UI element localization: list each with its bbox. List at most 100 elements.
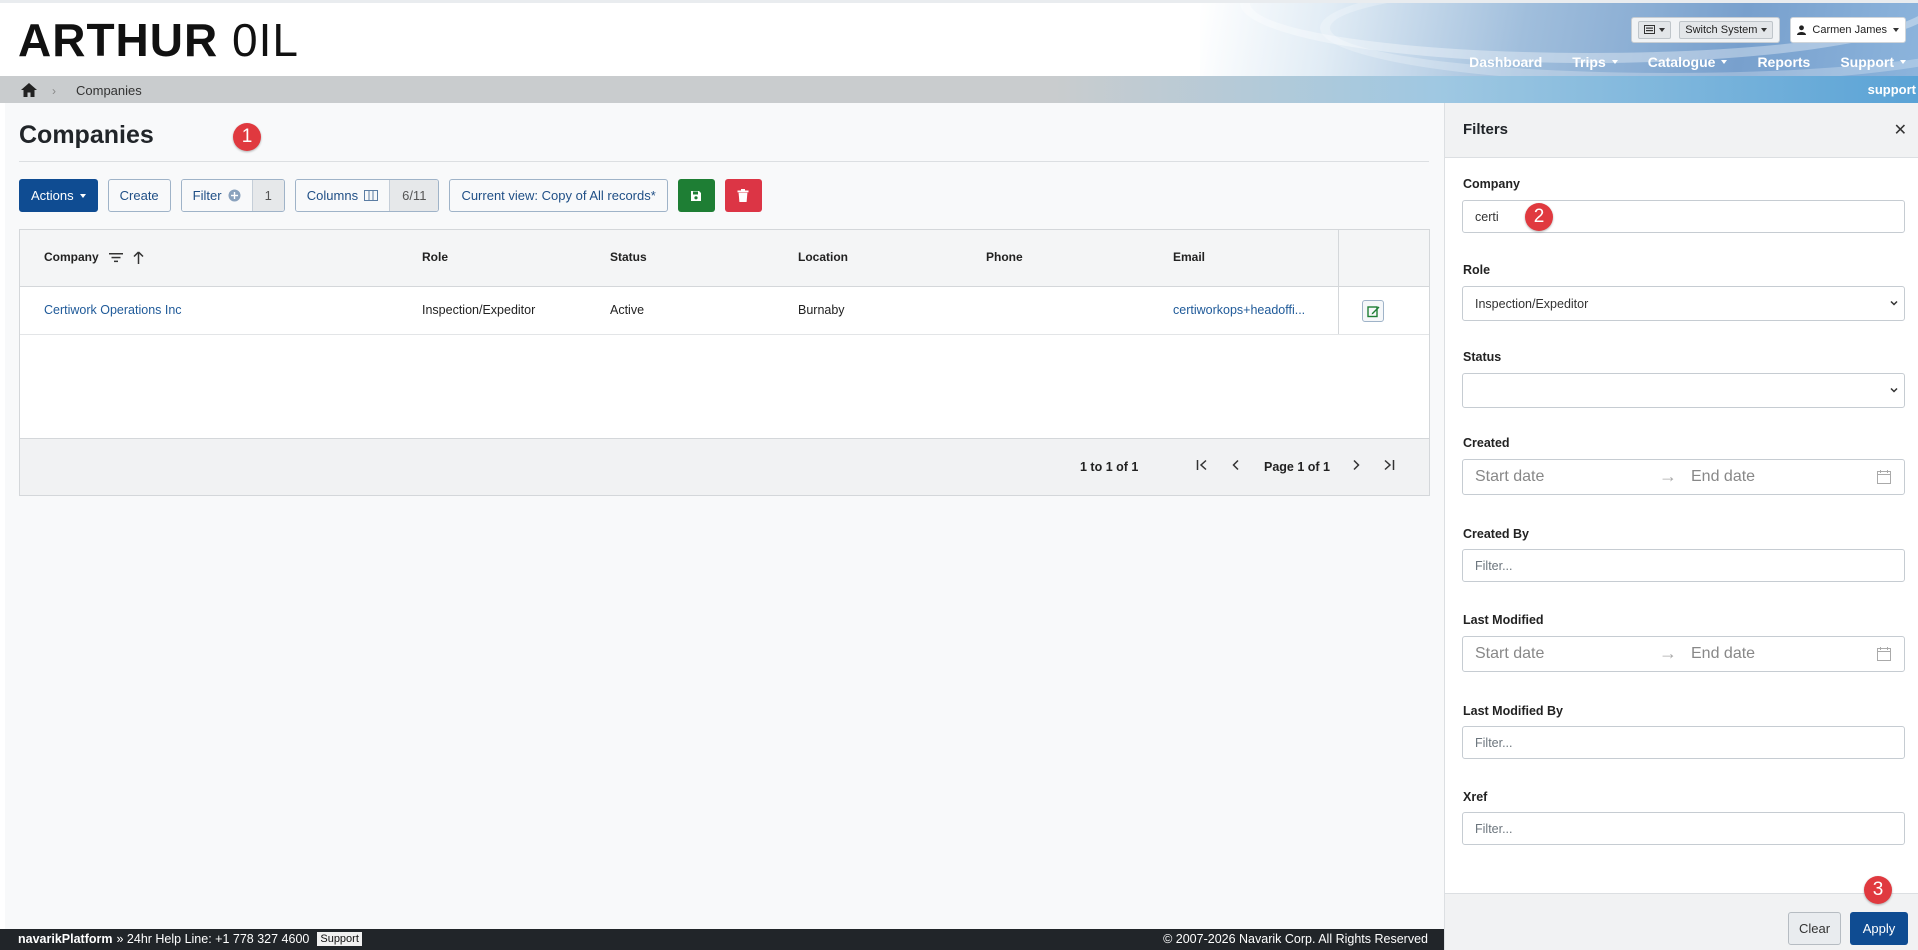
top-utility-bar: Switch System Carmen James	[1631, 17, 1906, 43]
col-header-email[interactable]: Email	[1173, 250, 1205, 264]
clear-filters-button[interactable]: Clear	[1788, 912, 1841, 945]
last-page-icon[interactable]	[1383, 458, 1395, 474]
calendar-icon[interactable]	[1877, 470, 1891, 484]
home-icon[interactable]	[20, 82, 38, 98]
pagination-summary: 1 to 1 of 1	[1080, 460, 1139, 474]
created-by-filter-label: Created By	[1463, 527, 1529, 541]
cell-location: Burnaby	[798, 303, 845, 317]
role-filter-label: Role	[1463, 263, 1491, 277]
nav-reports[interactable]: Reports	[1757, 54, 1810, 70]
copyright: © 2007-2026 Navarik Corp. All Rights Res…	[1163, 932, 1428, 946]
last-modified-start-date[interactable]: Start date	[1475, 645, 1544, 663]
chevron-down-icon	[79, 193, 86, 198]
arrow-right-icon: →	[1659, 643, 1677, 663]
edit-row-button[interactable]	[1362, 300, 1384, 322]
user-menu[interactable]: Carmen James	[1790, 17, 1906, 43]
company-logo[interactable]: ARTHUR 0IL	[18, 17, 299, 63]
columns-button[interactable]: Columns 6/11	[294, 179, 440, 212]
prev-page-icon[interactable]	[1231, 458, 1241, 474]
last-modified-by-filter-input[interactable]: Filter...	[1462, 726, 1905, 759]
helpline: » 24hr Help Line: +1 778 327 4600	[116, 932, 310, 946]
col-header-location[interactable]: Location	[798, 250, 848, 264]
nav-dashboard[interactable]: Dashboard	[1469, 54, 1542, 70]
sort-ascending-icon[interactable]	[133, 250, 144, 264]
toolbar: Actions Create Filter 1 Columns 6/11 Cur…	[19, 179, 762, 212]
last-modified-date-range[interactable]: Start date → End date	[1462, 636, 1905, 672]
columns-icon	[364, 190, 379, 201]
first-page-icon[interactable]	[1196, 458, 1208, 474]
current-view-button[interactable]: Current view: Copy of All records*	[449, 179, 668, 212]
save-view-button[interactable]	[677, 179, 715, 212]
cell-status: Active	[610, 303, 645, 317]
close-icon[interactable]: ✕	[1894, 120, 1907, 140]
main-content: Companies Actions Create Filter 1 Column…	[0, 103, 1444, 950]
status-filter-label: Status	[1463, 350, 1502, 364]
chevron-down-icon	[1890, 300, 1898, 306]
chevron-down-icon	[1721, 60, 1728, 64]
user-name: Carmen James	[1812, 24, 1887, 36]
xref-filter-input[interactable]: Filter...	[1462, 812, 1905, 845]
role-filter-select[interactable]: Inspection/Expeditor	[1462, 286, 1905, 321]
filter-lines-icon[interactable]	[108, 252, 123, 263]
table-header: Company Role Status Location Phone Email	[20, 230, 1429, 287]
filters-header: Filters ✕	[1445, 103, 1918, 158]
main-nav: Dashboard Trips Catalogue Reports Suppor…	[1469, 54, 1906, 70]
calendar-icon[interactable]	[1877, 647, 1891, 661]
filter-button[interactable]: Filter 1	[180, 179, 285, 212]
filters-panel: Filters ✕ Company certi 2 Role Inspectio…	[1444, 103, 1918, 950]
xref-filter-label: Xref	[1463, 790, 1488, 804]
col-header-role[interactable]: Role	[422, 250, 448, 264]
next-page-icon[interactable]	[1351, 458, 1361, 474]
footer-support-link[interactable]: Support	[317, 932, 362, 946]
actions-button[interactable]: Actions	[19, 179, 98, 212]
switch-system-label: Switch System	[1685, 24, 1758, 36]
save-icon	[691, 190, 702, 201]
utility-box: Switch System	[1631, 17, 1781, 43]
columns-label-segment[interactable]: Columns	[295, 180, 390, 211]
arrow-right-icon: →	[1659, 466, 1677, 486]
filter-count-badge: 1	[251, 180, 284, 211]
screen-dropdown[interactable]	[1638, 21, 1672, 39]
step-marker-3: 3	[1864, 876, 1892, 904]
companies-table: Company Role Status Location Phone Email…	[19, 229, 1430, 496]
apply-filters-button[interactable]: Apply	[1850, 912, 1908, 945]
delete-view-button[interactable]	[724, 179, 762, 212]
switch-system-dropdown[interactable]: Switch System	[1679, 21, 1774, 39]
created-by-filter-input[interactable]: Filter...	[1462, 549, 1905, 582]
step-marker-2: 2	[1525, 203, 1553, 231]
monitor-icon	[1644, 25, 1656, 34]
last-modified-filter-label: Last Modified	[1463, 613, 1544, 627]
user-icon	[1797, 25, 1807, 35]
chevron-right-icon: ›	[52, 84, 56, 98]
title-divider	[19, 161, 1429, 162]
created-start-date[interactable]: Start date	[1475, 468, 1544, 486]
breadcrumb: › Companies support	[0, 76, 1918, 103]
created-filter-label: Created	[1463, 436, 1510, 450]
app: ARTHUR 0IL Switch System Carmen James Da…	[0, 0, 1918, 950]
nav-trips[interactable]: Trips	[1572, 54, 1618, 70]
nav-support[interactable]: Support	[1840, 54, 1906, 70]
filters-title: Filters	[1463, 121, 1509, 138]
support-label: support	[1867, 82, 1916, 97]
created-date-range[interactable]: Start date → End date	[1462, 459, 1905, 495]
edit-icon	[1366, 305, 1379, 317]
cell-role: Inspection/Expeditor	[422, 303, 536, 317]
columns-count-badge: 6/11	[389, 180, 439, 211]
chevron-down-icon	[1893, 28, 1899, 32]
filter-label-segment[interactable]: Filter	[181, 180, 252, 211]
last-modified-by-filter-label: Last Modified By	[1463, 704, 1564, 718]
role-selected-value: Inspection/Expeditor	[1475, 296, 1589, 311]
create-button[interactable]: Create	[107, 179, 171, 212]
col-header-company[interactable]: Company	[44, 250, 144, 264]
platform-name: navarikPlatform	[18, 932, 113, 946]
status-filter-select[interactable]	[1462, 373, 1905, 408]
last-modified-end-date[interactable]: End date	[1691, 645, 1755, 663]
email-link[interactable]: certiworkops+headoffi...	[1173, 303, 1305, 317]
nav-catalogue[interactable]: Catalogue	[1648, 54, 1728, 70]
page-indicator: Page 1 of 1	[1264, 460, 1330, 474]
company-link[interactable]: Certiwork Operations Inc	[44, 303, 182, 317]
created-end-date[interactable]: End date	[1691, 468, 1755, 486]
app-header: ARTHUR 0IL Switch System Carmen James Da…	[0, 0, 1918, 76]
col-header-phone[interactable]: Phone	[986, 250, 1023, 264]
col-header-status[interactable]: Status	[610, 250, 647, 264]
